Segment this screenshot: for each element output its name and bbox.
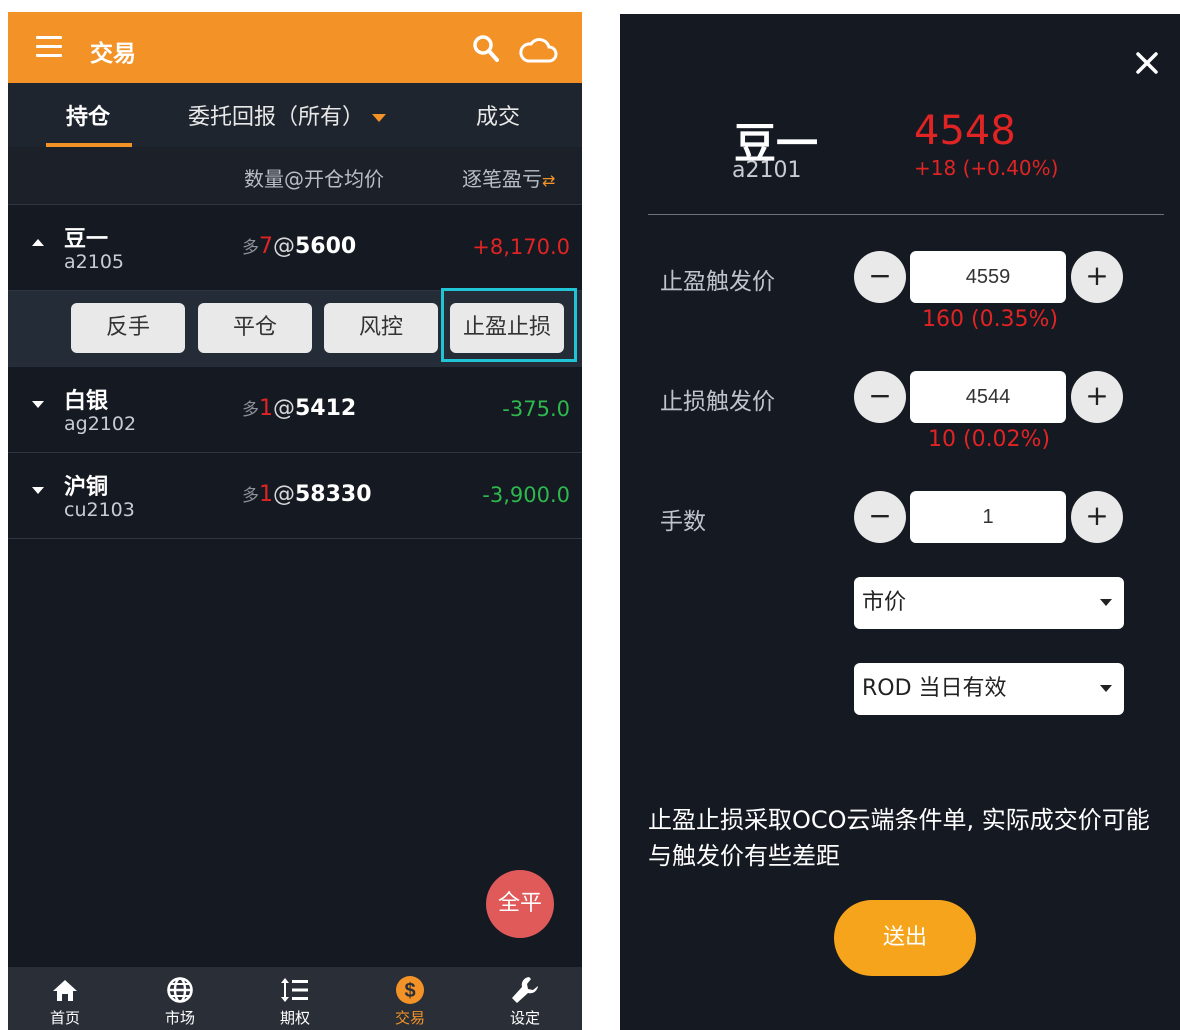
take-profit-plus-button[interactable]: +: [1071, 251, 1123, 303]
swap-icon[interactable]: ⇄: [542, 171, 555, 190]
take-profit-minus-button[interactable]: −: [854, 251, 906, 303]
column-qty-price: 数量@开仓均价: [244, 167, 384, 191]
reverse-button[interactable]: 反手: [71, 303, 185, 353]
trade-screen: 交易 持仓 委托回报（所有） 成交 数量@开仓均价 逐笔盈亏⇄ 豆一 a2105…: [8, 12, 582, 1030]
contract-name: 沪铜: [64, 475, 109, 500]
nav-trade[interactable]: $ 交易: [375, 975, 445, 1028]
wrench-icon: [512, 977, 538, 1003]
nav-home[interactable]: 首页: [30, 975, 100, 1028]
nav-settings[interactable]: 设定: [490, 975, 560, 1028]
divider: [648, 214, 1164, 215]
nav-market[interactable]: 市场: [145, 975, 215, 1028]
highlight-box: [441, 288, 577, 362]
column-header: 数量@开仓均价 逐笔盈亏⇄: [8, 147, 582, 205]
page-title: 交易: [90, 41, 136, 67]
risk-control-button[interactable]: 风控: [324, 303, 438, 353]
globe-icon: [167, 977, 193, 1003]
submit-button[interactable]: 送出: [834, 900, 976, 976]
order-type-select[interactable]: 市价: [854, 577, 1124, 629]
take-profit-input[interactable]: [910, 251, 1066, 303]
expand-icon[interactable]: [32, 487, 44, 494]
cloud-icon[interactable]: [518, 36, 558, 66]
last-price: 4548: [914, 108, 1016, 154]
home-icon: [53, 980, 77, 1001]
stop-loss-diff: 10 (0.02%): [928, 427, 1051, 452]
close-position-button[interactable]: 平仓: [198, 303, 312, 353]
oco-note: 止盈止损采取OCO云端条件单, 实际成交价可能与触发价有些差距: [648, 806, 1150, 870]
stop-loss-minus-button[interactable]: −: [854, 371, 906, 423]
validity-select[interactable]: ROD 当日有效: [854, 663, 1124, 715]
position-row[interactable]: 白银 ag2102 多1@5412 -375.0: [8, 367, 582, 453]
take-profit-diff: 160 (0.35%): [922, 307, 1059, 332]
chevron-down-icon: [1100, 685, 1112, 692]
contract-code: a2105: [64, 251, 124, 273]
position-pl: +8,170.0: [472, 235, 570, 259]
chevron-down-icon: [372, 114, 387, 122]
lots-input[interactable]: [910, 491, 1066, 543]
close-icon[interactable]: [1134, 50, 1160, 76]
nav-options[interactable]: 期权: [260, 975, 330, 1028]
contract-code: cu2103: [64, 499, 135, 521]
lots-label: 手数: [660, 509, 706, 535]
position-row[interactable]: 豆一 a2105 多7@5600 +8,170.0: [8, 205, 582, 291]
position-tabs: 持仓 委托回报（所有） 成交: [8, 83, 582, 147]
collapse-icon[interactable]: [32, 239, 44, 246]
search-icon[interactable]: [472, 34, 500, 64]
bottom-nav: 首页 市场 期权 $ 交易 设定: [8, 967, 582, 1030]
take-profit-label: 止盈触发价: [660, 269, 775, 295]
position-pl: -375.0: [502, 397, 570, 421]
lots-plus-button[interactable]: +: [1071, 491, 1123, 543]
close-all-button[interactable]: 全平: [486, 870, 554, 938]
menu-icon[interactable]: [36, 36, 62, 58]
stop-loss-input[interactable]: [910, 371, 1066, 423]
price-change: +18 (+0.40%): [914, 156, 1059, 180]
stop-loss-plus-button[interactable]: +: [1071, 371, 1123, 423]
expand-icon[interactable]: [32, 401, 44, 408]
qty-price: 多1@58330: [242, 482, 372, 507]
position-pl: -3,900.0: [482, 483, 570, 507]
contract-code: ag2102: [64, 413, 137, 435]
top-bar: 交易: [8, 12, 582, 83]
contract-name: 白银: [64, 389, 109, 414]
list-icon: [281, 978, 308, 1002]
column-pl: 逐笔盈亏⇄: [462, 167, 556, 191]
qty-price: 多1@5412: [242, 396, 357, 421]
lots-minus-button[interactable]: −: [854, 491, 906, 543]
contract-name: 豆一: [64, 227, 109, 252]
panel-contract-code: a2101: [732, 158, 802, 183]
tab-positions[interactable]: 持仓: [66, 99, 110, 131]
chevron-down-icon: [1100, 599, 1112, 606]
svg-text:$: $: [404, 980, 415, 1002]
stop-loss-label: 止损触发价: [660, 389, 775, 415]
tab-fills[interactable]: 成交: [476, 99, 520, 131]
qty-price: 多7@5600: [242, 234, 357, 259]
tab-order-reports[interactable]: 委托回报（所有）: [188, 99, 387, 131]
dollar-icon: $: [396, 976, 424, 1004]
tp-sl-panel: 豆一 a2101 4548 +18 (+0.40%) 止盈触发价 − + 160…: [620, 14, 1180, 1030]
position-row[interactable]: 沪铜 cu2103 多1@58330 -3,900.0: [8, 453, 582, 539]
